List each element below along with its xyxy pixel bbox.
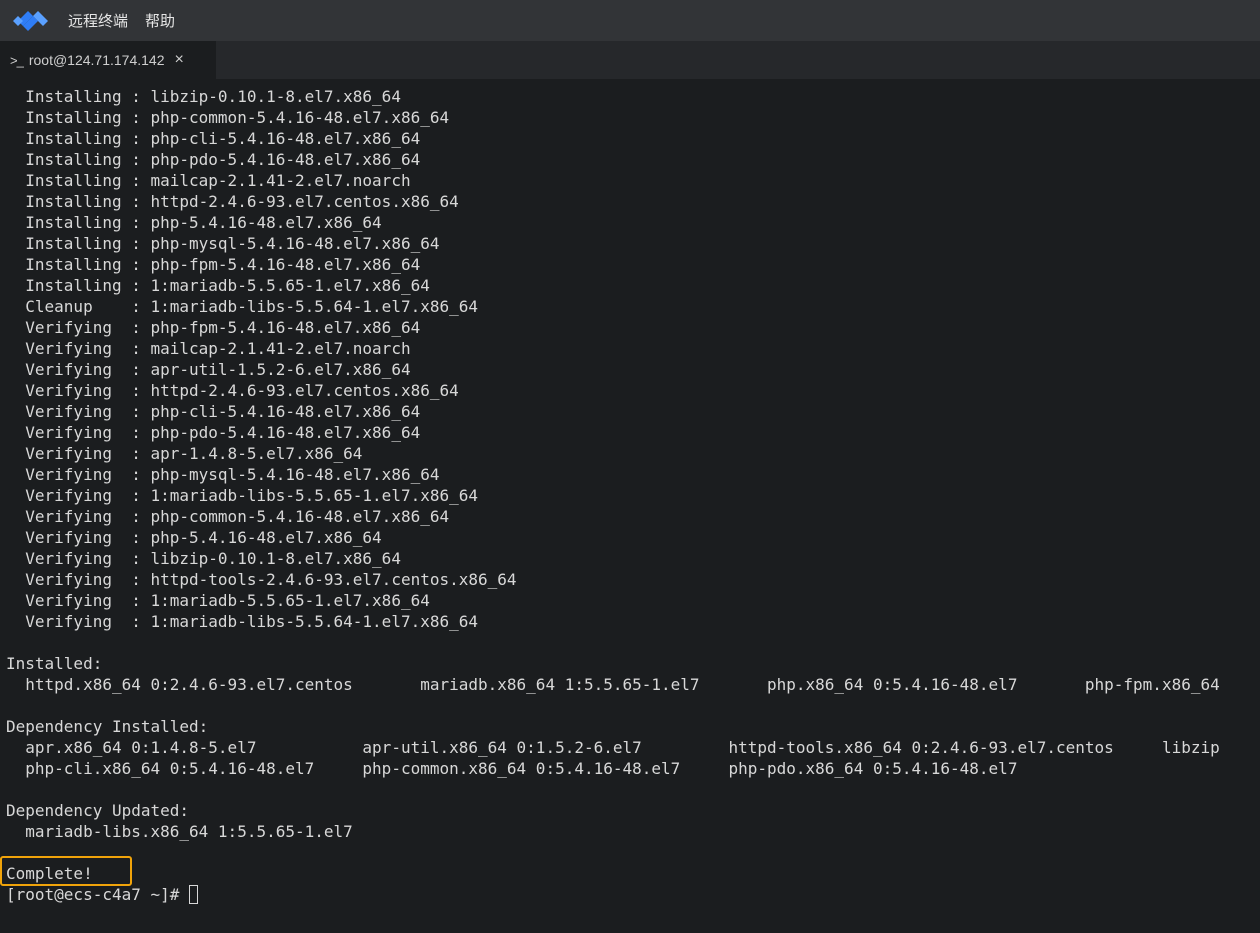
terminal-line: Installing : mailcap-2.1.41-2.el7.noarch — [6, 171, 411, 190]
terminal-line: Installing : httpd-2.4.6-93.el7.centos.x… — [6, 192, 459, 211]
terminal-line: Verifying : mailcap-2.1.41-2.el7.noarch — [6, 339, 411, 358]
terminal-line: Verifying : libzip-0.10.1-8.el7.x86_64 — [6, 549, 401, 568]
terminal-line: Verifying : 1:mariadb-libs-5.5.65-1.el7.… — [6, 486, 479, 505]
menu-remote-terminal[interactable]: 远程终端 — [68, 10, 128, 31]
terminal-line: Verifying : php-mysql-5.4.16-48.el7.x86_… — [6, 465, 440, 484]
terminal-line: Installing : php-5.4.16-48.el7.x86_64 — [6, 213, 382, 232]
terminal-line: php-cli.x86_64 0:5.4.16-48.el7 php-commo… — [6, 759, 1018, 778]
terminal-line: Complete! — [6, 864, 93, 883]
terminal-line: Verifying : httpd-tools-2.4.6-93.el7.cen… — [6, 570, 517, 589]
tab-label: root@124.71.174.142 — [28, 52, 165, 68]
terminal-line: Verifying : apr-1.4.8-5.el7.x86_64 — [6, 444, 363, 463]
terminal-line: mariadb-libs.x86_64 1:5.5.65-1.el7 — [6, 822, 353, 841]
terminal-prompt-line: [root@ecs-c4a7 ~]# — [6, 884, 1260, 905]
terminal-line: Installing : php-common-5.4.16-48.el7.x8… — [6, 108, 450, 127]
shell-prompt: [root@ecs-c4a7 ~]# — [6, 885, 190, 904]
terminal-line: Installing : 1:mariadb-5.5.65-1.el7.x86_… — [6, 276, 430, 295]
app-logo-icon — [10, 6, 50, 36]
terminal-line: Installing : php-pdo-5.4.16-48.el7.x86_6… — [6, 150, 421, 169]
terminal-line: Verifying : php-fpm-5.4.16-48.el7.x86_64 — [6, 318, 421, 337]
close-icon[interactable]: × — [174, 51, 183, 69]
terminal-line: Verifying : php-common-5.4.16-48.el7.x86… — [6, 507, 450, 526]
terminal-line: Verifying : 1:mariadb-libs-5.5.64-1.el7.… — [6, 612, 479, 631]
terminal-line: Cleanup : 1:mariadb-libs-5.5.64-1.el7.x8… — [6, 297, 479, 316]
terminal-line: Verifying : apr-util-1.5.2-6.el7.x86_64 — [6, 360, 411, 379]
terminal-line: Installed: — [6, 654, 103, 673]
terminal-prompt-icon: >_ — [10, 52, 24, 68]
tab-bar: >_ root@124.71.174.142 × — [0, 41, 1260, 79]
terminal-line: Verifying : httpd-2.4.6-93.el7.centos.x8… — [6, 381, 459, 400]
text-cursor — [189, 885, 199, 904]
terminal-line: Verifying : 1:mariadb-5.5.65-1.el7.x86_6… — [6, 591, 430, 610]
tab-session[interactable]: >_ root@124.71.174.142 × — [0, 41, 216, 79]
terminal-line: Installing : php-mysql-5.4.16-48.el7.x86… — [6, 234, 440, 253]
terminal-line: Verifying : php-cli-5.4.16-48.el7.x86_64 — [6, 402, 421, 421]
terminal-line: Verifying : php-5.4.16-48.el7.x86_64 — [6, 528, 382, 547]
menu-help[interactable]: 帮助 — [145, 10, 175, 31]
terminal-line: apr.x86_64 0:1.4.8-5.el7 apr-util.x86_64… — [6, 738, 1220, 757]
terminal-line: Dependency Updated: — [6, 801, 190, 820]
terminal-output[interactable]: Installing : libzip-0.10.1-8.el7.x86_64 … — [6, 86, 1260, 933]
terminal-line: Installing : php-cli-5.4.16-48.el7.x86_6… — [6, 129, 421, 148]
terminal-line: Verifying : php-pdo-5.4.16-48.el7.x86_64 — [6, 423, 421, 442]
terminal-line: Dependency Installed: — [6, 717, 209, 736]
terminal-line: Installing : libzip-0.10.1-8.el7.x86_64 — [6, 87, 401, 106]
terminal-line: httpd.x86_64 0:2.4.6-93.el7.centos maria… — [6, 675, 1220, 694]
terminal-lines: Installing : libzip-0.10.1-8.el7.x86_64 … — [6, 86, 1260, 884]
terminal-line: Installing : php-fpm-5.4.16-48.el7.x86_6… — [6, 255, 421, 274]
menu-bar: 远程终端 帮助 — [0, 0, 1260, 41]
